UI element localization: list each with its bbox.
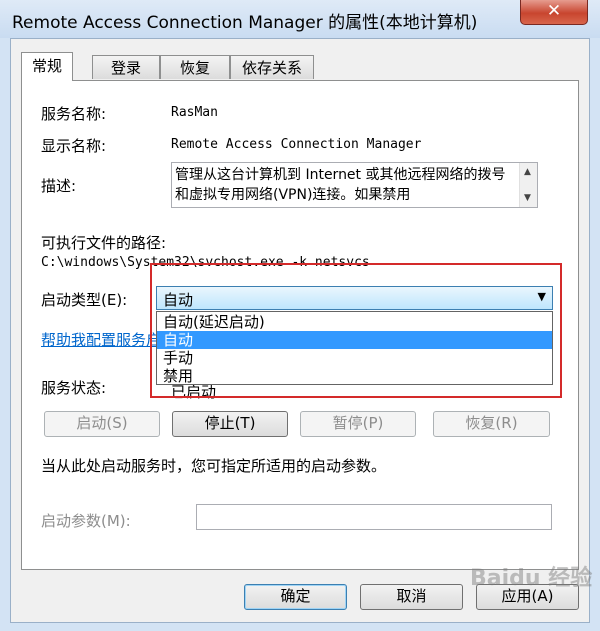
scroll-up-icon[interactable]: ▲: [524, 167, 531, 177]
start-params-hint: 当从此处启动服务时，您可指定所适用的启动参数。: [41, 457, 387, 475]
service-name-label: 服务名称:: [41, 105, 107, 123]
description-scrollbar[interactable]: ▲ ▼: [519, 163, 537, 207]
description-box[interactable]: 管理从这台计算机到 Internet 或其他远程网络的拨号和虚拟专用网络(VPN…: [171, 162, 538, 208]
properties-dialog: Remote Access Connection Manager 的属性(本地计…: [0, 0, 600, 631]
tab-general[interactable]: 常规: [21, 52, 73, 81]
description-label: 描述:: [41, 177, 77, 195]
watermark: Baidu 经验: [470, 566, 593, 591]
start-params-label: 启动参数(M):: [41, 512, 131, 530]
resume-button[interactable]: 恢复(R): [433, 411, 550, 437]
pause-button[interactable]: 暂停(P): [300, 411, 416, 437]
display-name-value: Remote Access Connection Manager: [171, 137, 422, 152]
close-button[interactable]: ✕: [520, 0, 588, 25]
cancel-button[interactable]: 取消: [360, 584, 463, 610]
dialog-body: 常规 登录 恢复 依存关系 服务名称: RasMan 显示名称: Remote …: [10, 38, 590, 623]
help-configure-link[interactable]: 帮助我配置服务启: [41, 329, 161, 350]
ok-button[interactable]: 确定: [244, 584, 347, 610]
service-status-label: 服务状态:: [41, 379, 107, 397]
exe-path-label: 可执行文件的路径:: [41, 234, 167, 252]
startup-type-label: 启动类型(E):: [41, 291, 128, 309]
window-title: Remote Access Connection Manager 的属性(本地计…: [12, 13, 478, 33]
annotation-highlight-box: [150, 263, 562, 398]
title-bar[interactable]: Remote Access Connection Manager 的属性(本地计…: [0, 0, 600, 38]
start-button[interactable]: 启动(S): [44, 411, 160, 437]
start-params-input[interactable]: [196, 504, 552, 530]
description-text: 管理从这台计算机到 Internet 或其他远程网络的拨号和虚拟专用网络(VPN…: [175, 167, 506, 203]
tab-logon[interactable]: 登录: [92, 55, 160, 79]
scroll-down-icon[interactable]: ▼: [524, 193, 531, 203]
tab-dependencies[interactable]: 依存关系: [230, 55, 314, 79]
service-name-value: RasMan: [171, 105, 218, 120]
tab-recovery[interactable]: 恢复: [160, 55, 230, 79]
stop-button[interactable]: 停止(T): [172, 411, 288, 437]
close-icon: ✕: [546, 1, 562, 21]
display-name-label: 显示名称:: [41, 137, 107, 155]
